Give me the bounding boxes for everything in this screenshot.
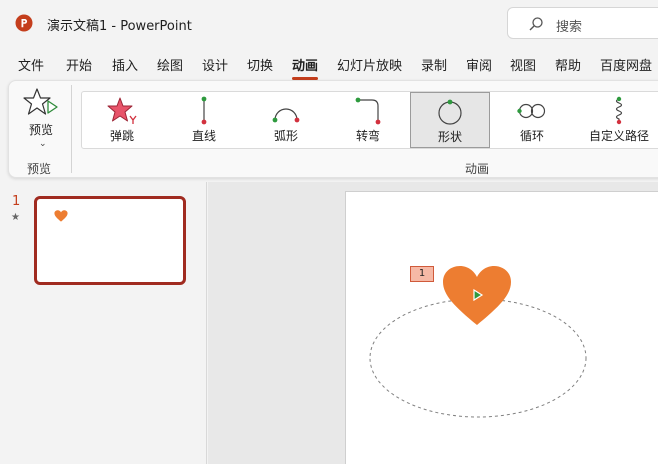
slide-canvas[interactable]: 1 [345,191,658,464]
animation-turn-path[interactable]: 转弯 [328,92,408,148]
tab-file[interactable]: 文件 [18,55,44,74]
custom-path-icon [615,96,623,125]
animation-gallery: 弹跳 直线 弧形 转弯 形状 循环 自定义路径 [81,91,658,149]
tab-record[interactable]: 录制 [421,55,447,74]
animation-loop-path[interactable]: 循环 [492,92,572,148]
ribbon-tabs: 文件 开始 插入 绘图 设计 切换 动画 幻灯片放映 录制 审阅 视图 帮助 百… [0,48,658,80]
animation-line-path[interactable]: 直线 [164,92,244,148]
animation-indicator-icon: ★ [11,212,20,223]
heart-shape[interactable] [440,265,514,327]
animation-shape-path[interactable]: 形状 [410,92,490,148]
animation-label: 形状 [437,130,462,144]
slide-thumbnail-pane: 1 ★ [0,182,207,464]
loop-path-icon [517,103,546,119]
title-bar: 演示文稿1 - PowerPoint 搜索 [0,0,658,46]
animation-label: 自定义路径 [588,129,649,143]
ribbon-panel: 预览 ⌄ 预览 弹跳 直线 弧形 转弯 形状 循环 自定义路径 动画 [8,80,658,178]
slide-thumbnail[interactable] [34,196,186,285]
bounce-star-icon [107,97,137,124]
animation-bounce[interactable]: 弹跳 [82,92,162,148]
animation-group-label: 动画 [465,162,490,176]
tab-view[interactable]: 视图 [510,55,536,74]
shape-path-icon [438,99,462,125]
preview-button[interactable]: 预览 ⌄ [21,87,65,151]
animation-order-tag[interactable]: 1 [410,266,434,282]
slide-editing-area: 1 [208,182,658,464]
tab-home[interactable]: 开始 [66,55,92,74]
heart-thumbnail-icon [54,210,68,222]
tab-animations[interactable]: 动画 [292,55,319,80]
preview-star-icon [23,88,58,115]
preview-group-label: 预览 [27,162,52,176]
animation-label: 转弯 [355,129,380,143]
animation-label: 循环 [519,129,544,143]
line-path-icon [201,96,207,125]
group-divider [71,85,72,173]
tab-draw[interactable]: 绘图 [157,55,183,74]
tab-insert[interactable]: 插入 [112,55,138,74]
arc-path-icon [272,108,300,123]
animation-custom-path[interactable]: 自定义路径 [574,92,658,148]
animation-arc-path[interactable]: 弧形 [246,92,326,148]
window-title: 演示文稿1 - PowerPoint [47,19,192,34]
tab-slideshow[interactable]: 幻灯片放映 [337,55,402,74]
preview-button-label: 预览 [29,123,54,137]
animation-label: 直线 [191,129,216,143]
tab-design[interactable]: 设计 [202,55,228,74]
turn-path-icon [355,97,381,125]
search-icon [529,17,543,31]
powerpoint-app-icon [15,14,33,32]
chevron-down-icon: ⌄ [39,139,47,149]
tab-review[interactable]: 审阅 [466,55,492,74]
search-placeholder: 搜索 [556,20,583,35]
tab-baidu-netdisk[interactable]: 百度网盘 [600,55,652,74]
tab-help[interactable]: 帮助 [555,55,581,74]
search-input[interactable]: 搜索 [507,7,658,39]
animation-label: 弧形 [273,129,298,143]
slide-number: 1 [12,194,21,209]
tab-transitions[interactable]: 切换 [247,55,273,74]
animation-label: 弹跳 [109,129,134,143]
